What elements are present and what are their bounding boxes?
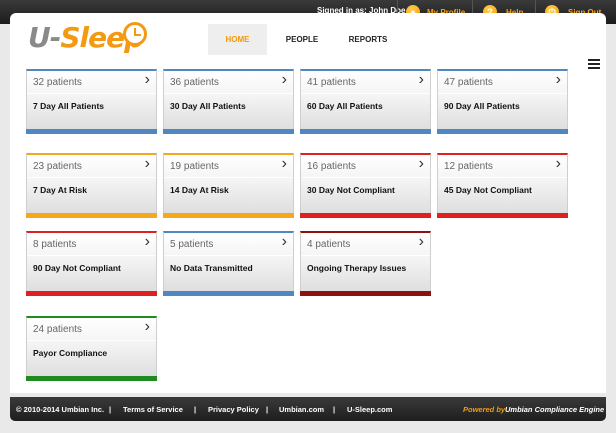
footer-separator: | (333, 405, 336, 414)
patient-group-card[interactable]: 8 patients › 90 Day Not Compliant (26, 231, 157, 296)
chevron-right-icon: › (555, 71, 561, 88)
footer-separator: | (109, 405, 112, 414)
card-divider (27, 340, 156, 341)
nav-reports[interactable]: REPORTS (337, 24, 399, 55)
patient-group-card[interactable]: 19 patients › 14 Day At Risk (163, 153, 294, 218)
patient-group-card[interactable]: 12 patients › 45 Day Not Compliant (437, 153, 568, 218)
status-color-bar (26, 213, 157, 218)
footer-separator: | (266, 405, 269, 414)
card-divider (27, 255, 156, 256)
card-title: 90 Day Not Compliant (33, 263, 121, 273)
patient-group-card[interactable]: 32 patients › 7 Day All Patients (26, 69, 157, 134)
card-divider (301, 93, 430, 94)
card-title: 30 Day All Patients (170, 101, 246, 111)
chevron-right-icon: › (281, 71, 287, 88)
patient-group-card[interactable]: 4 patients › Ongoing Therapy Issues (300, 231, 431, 296)
status-color-bar (300, 129, 431, 134)
privacy-policy-link[interactable]: Privacy Policy (208, 405, 259, 414)
patient-count: 5 patients (170, 239, 214, 250)
hamburger-menu-icon[interactable] (588, 59, 600, 70)
card-title: 14 Day At Risk (170, 185, 229, 195)
card-title: 90 Day All Patients (444, 101, 520, 111)
footer: © 2010-2014 Umbian Inc. | Terms of Servi… (10, 397, 606, 421)
status-color-bar (163, 213, 294, 218)
patient-group-card[interactable]: 36 patients › 30 Day All Patients (163, 69, 294, 134)
patient-group-card[interactable]: 41 patients › 60 Day All Patients (300, 69, 431, 134)
umbian-link[interactable]: Umbian.com (279, 405, 324, 414)
card-title: No Data Transmitted (170, 263, 253, 273)
patient-group-card[interactable]: 5 patients › No Data Transmitted (163, 231, 294, 296)
chevron-right-icon: › (144, 155, 150, 172)
patient-count: 16 patients (307, 161, 356, 172)
copyright: © 2010-2014 Umbian Inc. (16, 405, 105, 414)
card-divider (27, 177, 156, 178)
patient-group-card[interactable]: 16 patients › 30 Day Not Compliant (300, 153, 431, 218)
status-color-bar (300, 213, 431, 218)
card-title: Ongoing Therapy Issues (307, 263, 407, 273)
card-title: 7 Day At Risk (33, 185, 88, 195)
status-color-bar (163, 291, 294, 296)
patient-count: 8 patients (33, 239, 77, 250)
patient-count: 23 patients (33, 161, 82, 172)
powered-by-label: Powered by (463, 405, 506, 414)
card-title: 30 Day Not Compliant (307, 185, 395, 195)
patient-count: 4 patients (307, 239, 351, 250)
card-divider (438, 93, 567, 94)
card-divider (27, 93, 156, 94)
patient-count: 12 patients (444, 161, 493, 172)
chevron-right-icon: › (418, 155, 424, 172)
chevron-right-icon: › (281, 155, 287, 172)
chevron-right-icon: › (144, 318, 150, 335)
chevron-right-icon: › (281, 233, 287, 250)
status-color-bar (26, 291, 157, 296)
main-nav: HOME PEOPLE REPORTS (208, 24, 399, 55)
status-color-bar (26, 129, 157, 134)
status-color-bar (437, 213, 568, 218)
u-sleep-link[interactable]: U-Sleep.com (347, 405, 392, 414)
chevron-right-icon: › (418, 233, 424, 250)
engine-label: Umbian Compliance Engine (505, 405, 605, 414)
card-divider (164, 177, 293, 178)
patient-count: 32 patients (33, 77, 82, 88)
status-color-bar (26, 376, 157, 381)
card-title: 45 Day Not Compliant (444, 185, 532, 195)
card-title: Payor Compliance (33, 348, 108, 358)
chevron-right-icon: › (555, 155, 561, 172)
nav-home[interactable]: HOME (208, 24, 267, 55)
status-color-bar (163, 129, 294, 134)
patient-group-card[interactable]: 47 patients › 90 Day All Patients (437, 69, 568, 134)
nav-people[interactable]: PEOPLE (267, 24, 337, 55)
patient-count: 41 patients (307, 77, 356, 88)
chevron-right-icon: › (144, 71, 150, 88)
terms-of-service-link[interactable]: Terms of Service (123, 405, 183, 414)
chevron-right-icon: › (418, 71, 424, 88)
chevron-right-icon: › (144, 233, 150, 250)
alarm-clock-icon (123, 22, 147, 46)
card-divider (301, 177, 430, 178)
patient-group-card[interactable]: 23 patients › 7 Day At Risk (26, 153, 157, 218)
patient-count: 24 patients (33, 324, 82, 335)
header: U-Sleep HOME PEOPLE REPORTS (10, 13, 606, 55)
card-divider (301, 255, 430, 256)
card-divider (164, 93, 293, 94)
status-color-bar (437, 129, 568, 134)
patient-count: 36 patients (170, 77, 219, 88)
patient-count: 47 patients (444, 77, 493, 88)
card-divider (438, 177, 567, 178)
footer-separator: | (194, 405, 197, 414)
patient-count: 19 patients (170, 161, 219, 172)
status-color-bar (300, 291, 431, 296)
logo-prefix: U- (28, 21, 61, 54)
card-title: 7 Day All Patients (33, 101, 105, 111)
card-divider (164, 255, 293, 256)
patient-group-card[interactable]: 24 patients › Payor Compliance (26, 316, 157, 381)
card-title: 60 Day All Patients (307, 101, 383, 111)
